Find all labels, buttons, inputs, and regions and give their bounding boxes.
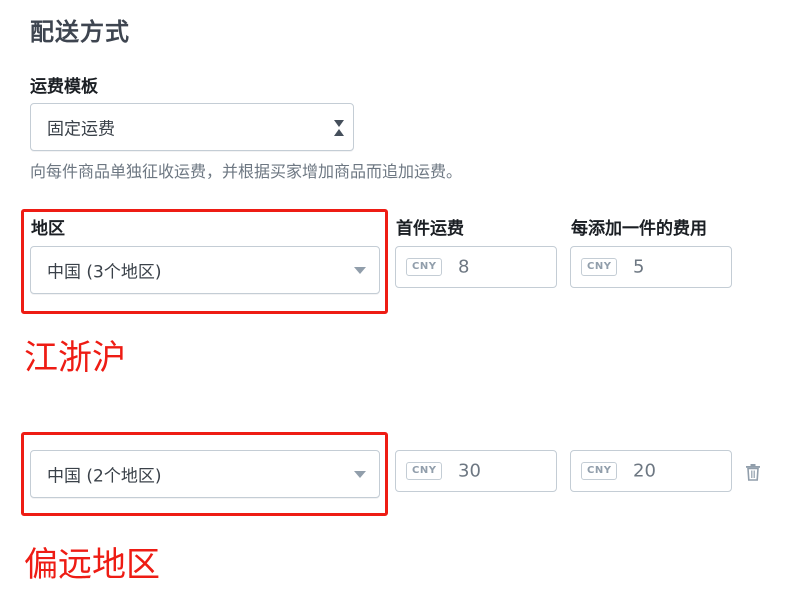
first-fee-value: 30 (458, 460, 481, 482)
currency-tag: CNY (406, 462, 443, 480)
currency-tag: CNY (581, 258, 618, 276)
region-select-value: 中国 (3个地区) (47, 262, 162, 283)
additional-fee-input[interactable]: CNY 5 (570, 246, 732, 288)
caret-down-icon (354, 267, 366, 274)
first-fee-input[interactable]: CNY 8 (395, 246, 557, 288)
trash-icon[interactable] (745, 463, 761, 481)
up-down-arrows-icon (333, 118, 345, 138)
additional-fee-value: 5 (633, 256, 645, 278)
template-label: 运费模板 (30, 77, 98, 97)
section-title: 配送方式 (30, 18, 130, 46)
additional-fee-column-label: 每添加一件的费用 (571, 219, 707, 239)
first-fee-input[interactable]: CNY 30 (395, 450, 557, 492)
template-select-value: 固定运费 (47, 119, 115, 140)
region-select[interactable]: 中国 (2个地区) (30, 450, 380, 498)
region-select-value: 中国 (2个地区) (47, 466, 162, 487)
first-fee-column-label: 首件运费 (396, 219, 464, 239)
region-select[interactable]: 中国 (3个地区) (30, 246, 380, 294)
additional-fee-value: 20 (633, 460, 656, 482)
currency-tag: CNY (581, 462, 618, 480)
annotation-row-1: 江浙沪 (24, 338, 126, 378)
template-select[interactable]: 固定运费 (30, 103, 354, 151)
caret-down-icon (354, 471, 366, 478)
currency-tag: CNY (406, 258, 443, 276)
template-help-text: 向每件商品单独征收运费，并根据买家增加商品而追加运费。 (30, 162, 463, 181)
first-fee-value: 8 (458, 256, 470, 278)
annotation-row-2: 偏远地区 (24, 545, 160, 585)
additional-fee-input[interactable]: CNY 20 (570, 450, 732, 492)
